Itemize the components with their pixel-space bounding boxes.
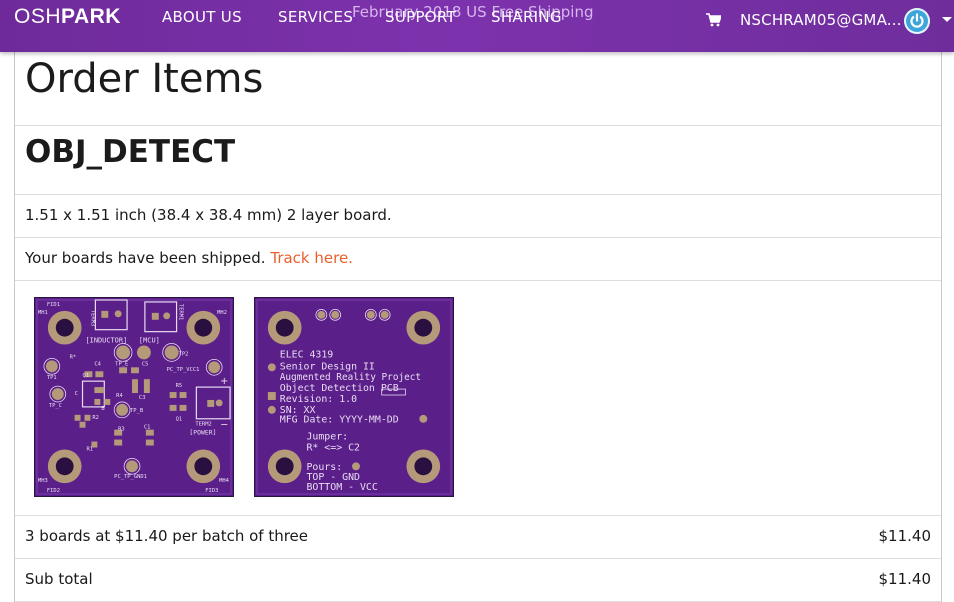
- svg-text:−: −: [220, 420, 228, 431]
- project-row: OBJ_DETECT: [15, 126, 941, 195]
- silk-label: ELEC 4319: [280, 349, 334, 360]
- line-item-price: $11.40: [878, 527, 932, 545]
- silk-label: Revision: 1.0: [280, 394, 357, 405]
- silk-label: TERM2: [195, 422, 211, 428]
- silk-label: MH3: [38, 478, 48, 484]
- logo-text-bold: PARK: [61, 5, 121, 28]
- power-icon[interactable]: [904, 8, 930, 34]
- silk-label: PC_TP_VCC1: [167, 367, 200, 373]
- subtotal-price: $11.40: [878, 570, 932, 588]
- silk-label: [INDUCTOR]: [85, 337, 127, 345]
- silk-label: MH2: [217, 310, 227, 316]
- order-items-panel: Order Items OBJ_DETECT 1.51 x 1.51 inch …: [14, 52, 942, 602]
- top-navbar: February 2018 US Free Shipping OSHPARK A…: [0, 0, 954, 52]
- silk-label: R1: [86, 446, 93, 452]
- board-dimensions: 1.51 x 1.51 inch (38.4 x 38.4 mm) 2 laye…: [25, 206, 392, 224]
- silk-label: TP_B: [130, 408, 144, 414]
- silk-label: FID1: [47, 302, 60, 308]
- silk-label: FID2: [47, 488, 60, 494]
- silk-label: C3: [139, 395, 146, 401]
- svg-text:+: +: [220, 376, 228, 387]
- board-dimensions-row: 1.51 x 1.51 inch (38.4 x 38.4 mm) 2 laye…: [15, 195, 941, 238]
- silk-label: R3: [118, 427, 125, 433]
- nav-sharing[interactable]: SHARING: [491, 8, 562, 26]
- shopping-cart-icon[interactable]: [706, 13, 721, 27]
- board-bottom-image[interactable]: ELEC 4319 Senior Design II Augmented Rea…: [254, 297, 454, 497]
- oshpark-logo[interactable]: OSHPARK: [14, 5, 121, 29]
- silk-label: R5: [176, 383, 183, 389]
- title-row: Order Items: [15, 52, 941, 126]
- silk-label: R*: [70, 354, 77, 360]
- subtotal-row: Sub total $11.40: [15, 559, 941, 602]
- silk-label: [MCU]: [139, 337, 160, 345]
- silk-label: C1: [144, 425, 151, 431]
- silk-label: FID3: [205, 488, 218, 494]
- silk-label: MH1: [38, 310, 48, 316]
- line-item-label: 3 boards at $11.40 per batch of three: [25, 527, 309, 545]
- logo-text-light: OSH: [14, 5, 62, 28]
- line-item-row: 3 boards at $11.40 per batch of three $1…: [15, 516, 941, 559]
- silk-label: Augmented Reality Project: [280, 372, 421, 383]
- nav-about-us[interactable]: ABOUT US: [162, 8, 242, 26]
- silk-label: Jumper:: [306, 432, 348, 443]
- silk-label: Senior Design II: [280, 361, 375, 372]
- silk-label: BOTTOM - VCC: [306, 482, 377, 493]
- silk-label: C4: [94, 361, 101, 367]
- silk-label: [POWER]: [189, 429, 216, 437]
- page-title: Order Items: [25, 56, 264, 102]
- nav-support[interactable]: SUPPORT: [385, 8, 456, 26]
- shipping-status-row: Your boards have been shipped. Track her…: [15, 238, 941, 281]
- silk-label: R2: [92, 415, 99, 421]
- silk-label: TP_E: [115, 361, 128, 367]
- silk-label: Q1: [176, 417, 183, 423]
- silk-label: C: [75, 391, 78, 397]
- board-top-image[interactable]: FID1 TERM3 TERM1 MH2 MH1 [INDUCTOR] [MCU…: [34, 297, 234, 497]
- silk-label: R4: [116, 393, 123, 399]
- silk-label: R* <=> C2: [306, 442, 360, 453]
- board-images-row: FID1 TERM3 TERM1 MH2 MH1 [INDUCTOR] [MCU…: [15, 281, 941, 516]
- subtotal-label: Sub total: [25, 570, 93, 588]
- silk-label: C5: [142, 361, 149, 367]
- silk-label: TERM3: [89, 310, 95, 326]
- project-name: OBJ_DETECT: [25, 134, 236, 170]
- silk-label: TP_C: [49, 403, 62, 409]
- silk-label: PC_TP_GND1: [114, 474, 147, 480]
- silk-label: Q1: [83, 373, 90, 379]
- silk-label: MFG Date: YYYY-MM-DD: [280, 415, 399, 426]
- silk-label: Object Detection PCB: [280, 383, 399, 394]
- silk-label: TERM1: [178, 304, 184, 320]
- track-link[interactable]: Track here.: [270, 249, 353, 267]
- shipped-text: Your boards have been shipped.: [25, 249, 266, 267]
- caret-down-icon[interactable]: [941, 16, 953, 24]
- user-account-menu[interactable]: NSCHRAM05@GMA...: [740, 11, 902, 29]
- silk-label: TP1: [47, 375, 57, 381]
- nav-services[interactable]: SERVICES: [278, 8, 353, 26]
- shipping-status: Your boards have been shipped. Track her…: [25, 249, 353, 267]
- silk-label: MH4: [219, 478, 230, 484]
